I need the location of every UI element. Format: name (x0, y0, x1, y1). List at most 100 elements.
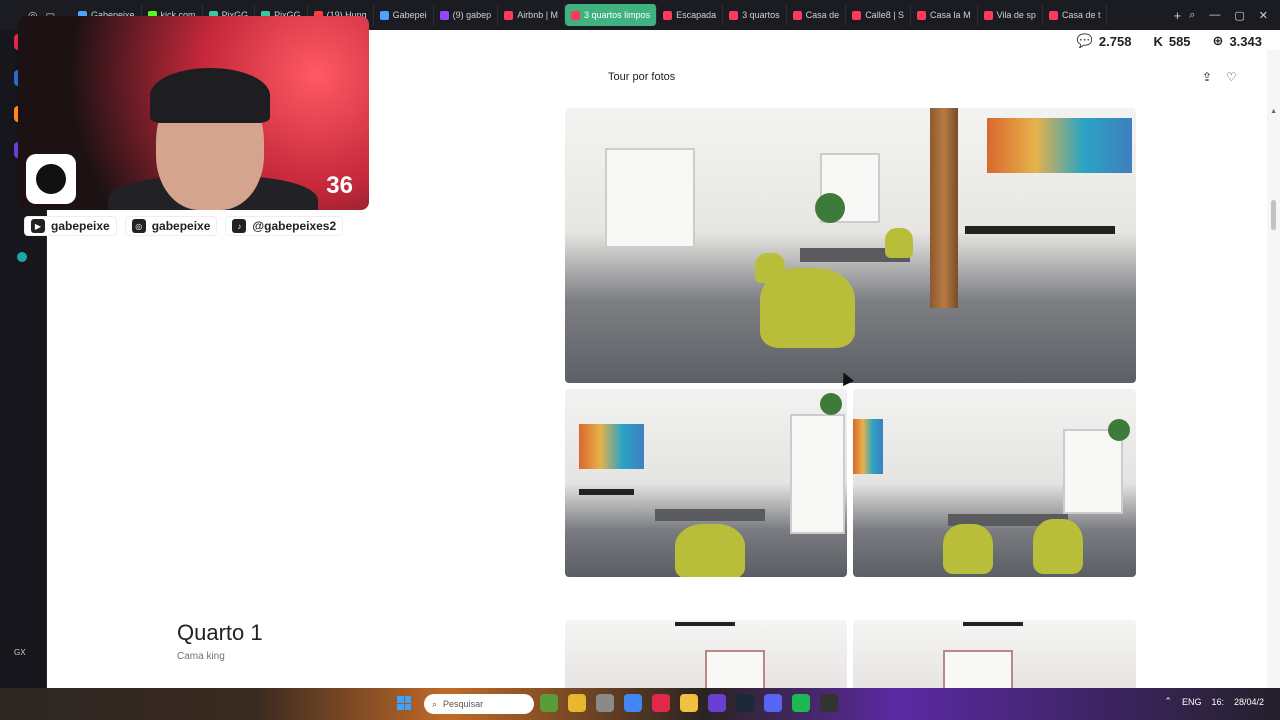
minimize-button[interactable]: — (1209, 9, 1220, 21)
dining-table-decor (655, 509, 765, 521)
webcam-overlay: 36 (18, 16, 369, 210)
tab-label: 3 quartos (742, 10, 780, 20)
tray-arrow-icon[interactable]: ⌃ (1164, 696, 1172, 707)
file-explorer-icon[interactable] (568, 694, 586, 712)
tab-label: Casa de (805, 10, 840, 20)
search-icon[interactable]: ⌕ (1189, 9, 1195, 22)
window-decor (705, 650, 765, 690)
room-subtitle: Cama king (177, 651, 225, 662)
social-handle: @gabepeixes2 (252, 219, 337, 233)
spotify-icon[interactable] (792, 694, 810, 712)
page-title: Tour por fotos (608, 71, 676, 83)
new-tab-button[interactable]: + (1166, 8, 1190, 23)
stream-badge-icon (26, 154, 76, 204)
tab-label: 3 quartos limpos (584, 10, 651, 20)
photo-dining-left[interactable] (565, 389, 847, 577)
tab-favicon-icon (379, 10, 389, 20)
browser-tab[interactable]: (9) gabep (434, 4, 499, 26)
ceiling-fan-decor (963, 622, 1023, 626)
window-decor (943, 650, 1013, 690)
app-icon[interactable] (540, 694, 558, 712)
tray-date[interactable]: 28/04/2 (1234, 697, 1264, 707)
screen: ◎ ▭ Gabepeixekick.comPixGGPixGG(19) Hung… (0, 0, 1280, 720)
tab-favicon-icon (729, 10, 739, 20)
window-decor (1063, 429, 1123, 514)
scroll-up-icon[interactable]: ▲ (1270, 108, 1277, 115)
plant-decor (820, 393, 842, 415)
opera-icon[interactable] (652, 694, 670, 712)
chair-decor (885, 228, 913, 258)
tray-lang[interactable]: ENG (1182, 697, 1202, 707)
tab-label: (9) gabep (452, 10, 492, 20)
browser-tab[interactable]: Casa la M (911, 4, 978, 26)
close-button[interactable]: ✕ (1259, 9, 1268, 22)
tab-favicon-icon (852, 10, 862, 20)
browser-tab[interactable]: 3 quartos (723, 4, 787, 26)
counter-value: 3.343 (1229, 33, 1262, 49)
browser-tab[interactable]: Escapada (657, 4, 724, 26)
browser-tab[interactable]: Calle8 | S (846, 4, 912, 26)
browser-tab[interactable]: Airbnb | M (498, 4, 566, 26)
browser-tab[interactable]: Casa de (787, 4, 847, 26)
window-decor (605, 148, 695, 248)
photo-bedroom-right[interactable] (853, 620, 1136, 690)
taskbar-apps (540, 694, 838, 712)
chair-decor (943, 524, 993, 574)
discord-icon[interactable] (764, 694, 782, 712)
webcam-number: 36 (326, 172, 353, 199)
viewer-counter: K 585 (1147, 31, 1197, 51)
wall-art-decor (987, 118, 1132, 173)
room-title: Quarto 1 (177, 620, 263, 645)
sidebar-icon-settings[interactable] (17, 252, 27, 262)
tab-favicon-icon (663, 10, 673, 20)
photo-dining-main[interactable] (565, 108, 1136, 383)
tab-favicon-icon (917, 10, 927, 20)
windows-start-icon[interactable] (397, 696, 411, 710)
search-placeholder: Pesquisar (443, 699, 484, 709)
app-icon[interactable] (708, 694, 726, 712)
youtube-icon: ▶ (31, 219, 45, 233)
social-link: ♪ @gabepeixes2 (225, 216, 344, 236)
console-table-decor (965, 226, 1115, 234)
wall-art-decor (853, 419, 883, 474)
photo-bedroom-left[interactable] (565, 620, 847, 690)
browser-tab[interactable]: Vila de sp (978, 4, 1043, 26)
console-table-decor (579, 489, 634, 495)
page-scrollbar[interactable]: ▲ (1267, 50, 1280, 688)
steam-icon[interactable] (736, 694, 754, 712)
window-controls: ⌕ — ▢ ✕ (1189, 9, 1280, 22)
tab-label: Casa de t (1061, 10, 1101, 20)
chair-decor (760, 268, 855, 348)
taskbar-search[interactable]: ⌕ Pesquisar (424, 694, 534, 714)
photo-dining-right[interactable] (853, 389, 1136, 577)
heart-icon[interactable]: ♡ (1226, 70, 1237, 84)
instagram-icon: ◎ (131, 219, 146, 233)
tab-favicon-icon (571, 10, 581, 20)
browser-tab[interactable]: Casa de t (1043, 4, 1108, 26)
tab-favicon-icon (792, 10, 802, 20)
maximize-button[interactable]: ▢ (1234, 9, 1244, 22)
plant-decor (815, 193, 845, 223)
tab-favicon-icon (983, 10, 993, 20)
counter-value: 585 (1168, 33, 1191, 49)
tab-label: Gabepei (392, 10, 427, 20)
social-link: ◎ gabepeixe (124, 216, 218, 236)
tab-label: Casa la M (930, 10, 971, 20)
tab-favicon-icon (439, 10, 449, 20)
obs-icon[interactable] (820, 694, 838, 712)
share-icon[interactable]: ⇪ (1202, 70, 1212, 84)
window-decor (790, 414, 845, 534)
tab-label: Vila de sp (996, 10, 1036, 20)
browser-tab[interactable]: 3 quartos limpos (565, 4, 658, 26)
ceiling-fan-decor (675, 622, 735, 626)
app-icon[interactable] (596, 694, 614, 712)
scroll-thumb[interactable] (1271, 200, 1276, 230)
browser-tab[interactable]: Gabepei (374, 4, 434, 26)
tab-favicon-icon (1048, 10, 1058, 20)
tray-time[interactable]: 16: (1211, 697, 1224, 707)
counter-value: 2.758 (1098, 33, 1132, 49)
stream-counters: 💬 2.758 K 585 ⊕ 3.343 (1070, 30, 1268, 52)
viewer-counter: 💬 2.758 (1070, 31, 1138, 51)
folder-icon[interactable] (680, 694, 698, 712)
chrome-icon[interactable] (624, 694, 642, 712)
